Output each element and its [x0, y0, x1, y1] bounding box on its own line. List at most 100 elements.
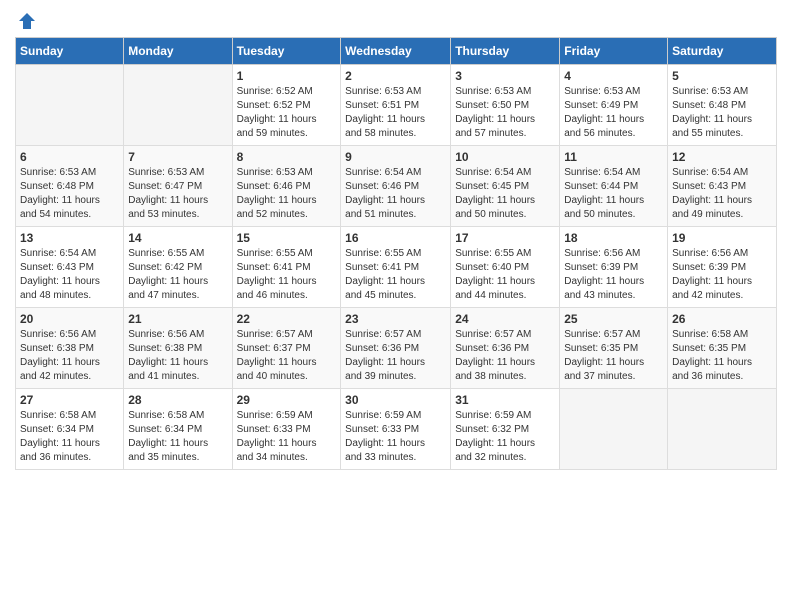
day-number: 10: [455, 150, 555, 164]
day-info: Sunrise: 6:53 AM Sunset: 6:48 PM Dayligh…: [672, 85, 772, 141]
day-info: Sunrise: 6:59 AM Sunset: 6:33 PM Dayligh…: [345, 409, 446, 465]
day-info: Sunrise: 6:58 AM Sunset: 6:35 PM Dayligh…: [672, 328, 772, 384]
header-saturday: Saturday: [668, 38, 777, 65]
calendar-cell: 29 Sunrise: 6:59 AM Sunset: 6:33 PM Dayli…: [232, 389, 341, 470]
calendar-week-2: 6 Sunrise: 6:53 AM Sunset: 6:48 PM Daylig…: [16, 146, 777, 227]
day-number: 31: [455, 393, 555, 407]
calendar-cell: 16 Sunrise: 6:55 AM Sunset: 6:41 PM Dayli…: [341, 227, 451, 308]
header-thursday: Thursday: [451, 38, 560, 65]
header-sunday: Sunday: [16, 38, 124, 65]
calendar-cell: 26 Sunrise: 6:58 AM Sunset: 6:35 PM Dayli…: [668, 308, 777, 389]
calendar-cell: 8 Sunrise: 6:53 AM Sunset: 6:46 PM Daylig…: [232, 146, 341, 227]
day-number: 16: [345, 231, 446, 245]
calendar-cell: 21 Sunrise: 6:56 AM Sunset: 6:38 PM Dayli…: [124, 308, 232, 389]
calendar-cell: 11 Sunrise: 6:54 AM Sunset: 6:44 PM Dayli…: [560, 146, 668, 227]
calendar-cell: 13 Sunrise: 6:54 AM Sunset: 6:43 PM Dayli…: [16, 227, 124, 308]
day-number: 15: [237, 231, 337, 245]
day-info: Sunrise: 6:53 AM Sunset: 6:50 PM Dayligh…: [455, 85, 555, 141]
header-friday: Friday: [560, 38, 668, 65]
day-number: 4: [564, 69, 663, 83]
calendar-cell: 2 Sunrise: 6:53 AM Sunset: 6:51 PM Daylig…: [341, 65, 451, 146]
day-info: Sunrise: 6:54 AM Sunset: 6:43 PM Dayligh…: [672, 166, 772, 222]
day-info: Sunrise: 6:53 AM Sunset: 6:49 PM Dayligh…: [564, 85, 663, 141]
day-info: Sunrise: 6:55 AM Sunset: 6:41 PM Dayligh…: [237, 247, 337, 303]
calendar-cell: 9 Sunrise: 6:54 AM Sunset: 6:46 PM Daylig…: [341, 146, 451, 227]
calendar-cell: 18 Sunrise: 6:56 AM Sunset: 6:39 PM Dayli…: [560, 227, 668, 308]
day-number: 13: [20, 231, 119, 245]
calendar-cell: 25 Sunrise: 6:57 AM Sunset: 6:35 PM Dayli…: [560, 308, 668, 389]
calendar-cell: 17 Sunrise: 6:55 AM Sunset: 6:40 PM Dayli…: [451, 227, 560, 308]
day-info: Sunrise: 6:52 AM Sunset: 6:52 PM Dayligh…: [237, 85, 337, 141]
day-info: Sunrise: 6:54 AM Sunset: 6:45 PM Dayligh…: [455, 166, 555, 222]
calendar-cell: 22 Sunrise: 6:57 AM Sunset: 6:37 PM Dayli…: [232, 308, 341, 389]
day-number: 23: [345, 312, 446, 326]
day-info: Sunrise: 6:54 AM Sunset: 6:43 PM Dayligh…: [20, 247, 119, 303]
day-info: Sunrise: 6:56 AM Sunset: 6:38 PM Dayligh…: [20, 328, 119, 384]
day-info: Sunrise: 6:53 AM Sunset: 6:48 PM Dayligh…: [20, 166, 119, 222]
day-info: Sunrise: 6:54 AM Sunset: 6:44 PM Dayligh…: [564, 166, 663, 222]
calendar-cell: [668, 389, 777, 470]
calendar-week-1: 1 Sunrise: 6:52 AM Sunset: 6:52 PM Daylig…: [16, 65, 777, 146]
day-number: 14: [128, 231, 227, 245]
logo: [15, 15, 37, 27]
calendar-table: SundayMondayTuesdayWednesdayThursdayFrid…: [15, 37, 777, 470]
day-number: 7: [128, 150, 227, 164]
day-info: Sunrise: 6:59 AM Sunset: 6:32 PM Dayligh…: [455, 409, 555, 465]
calendar-cell: 10 Sunrise: 6:54 AM Sunset: 6:45 PM Dayli…: [451, 146, 560, 227]
calendar-cell: 14 Sunrise: 6:55 AM Sunset: 6:42 PM Dayli…: [124, 227, 232, 308]
day-number: 28: [128, 393, 227, 407]
logo-icon: [17, 11, 37, 31]
day-number: 26: [672, 312, 772, 326]
day-number: 9: [345, 150, 446, 164]
calendar-cell: 19Sunrise: 6:56 AM Sunset: 6:39 PM Dayli…: [668, 227, 777, 308]
day-info: Sunrise: 6:56 AM Sunset: 6:38 PM Dayligh…: [128, 328, 227, 384]
day-number: 11: [564, 150, 663, 164]
calendar-cell: 12 Sunrise: 6:54 AM Sunset: 6:43 PM Dayli…: [668, 146, 777, 227]
day-info: Sunrise: 6:57 AM Sunset: 6:36 PM Dayligh…: [455, 328, 555, 384]
calendar-cell: 5 Sunrise: 6:53 AM Sunset: 6:48 PM Daylig…: [668, 65, 777, 146]
day-number: 20: [20, 312, 119, 326]
calendar-week-4: 20 Sunrise: 6:56 AM Sunset: 6:38 PM Dayli…: [16, 308, 777, 389]
calendar-cell: 27Sunrise: 6:58 AM Sunset: 6:34 PM Dayli…: [16, 389, 124, 470]
calendar-cell: 28Sunrise: 6:58 AM Sunset: 6:34 PM Dayli…: [124, 389, 232, 470]
day-info: Sunrise: 6:56 AM Sunset: 6:39 PM Dayligh…: [564, 247, 663, 303]
header-tuesday: Tuesday: [232, 38, 341, 65]
day-info: Sunrise: 6:55 AM Sunset: 6:41 PM Dayligh…: [345, 247, 446, 303]
day-info: Sunrise: 6:53 AM Sunset: 6:51 PM Dayligh…: [345, 85, 446, 141]
calendar-cell: 30Sunrise: 6:59 AM Sunset: 6:33 PM Dayli…: [341, 389, 451, 470]
day-info: Sunrise: 6:59 AM Sunset: 6:33 PM Dayligh…: [237, 409, 337, 465]
day-number: 21: [128, 312, 227, 326]
day-number: 6: [20, 150, 119, 164]
day-number: 18: [564, 231, 663, 245]
calendar-cell: 7 Sunrise: 6:53 AM Sunset: 6:47 PM Daylig…: [124, 146, 232, 227]
day-number: 29: [237, 393, 337, 407]
day-info: Sunrise: 6:55 AM Sunset: 6:42 PM Dayligh…: [128, 247, 227, 303]
day-info: Sunrise: 6:57 AM Sunset: 6:37 PM Dayligh…: [237, 328, 337, 384]
day-number: 8: [237, 150, 337, 164]
calendar-cell: 20 Sunrise: 6:56 AM Sunset: 6:38 PM Dayli…: [16, 308, 124, 389]
day-info: Sunrise: 6:57 AM Sunset: 6:35 PM Dayligh…: [564, 328, 663, 384]
day-number: 3: [455, 69, 555, 83]
calendar-cell: 6 Sunrise: 6:53 AM Sunset: 6:48 PM Daylig…: [16, 146, 124, 227]
calendar-cell: 23 Sunrise: 6:57 AM Sunset: 6:36 PM Dayli…: [341, 308, 451, 389]
day-info: Sunrise: 6:53 AM Sunset: 6:46 PM Dayligh…: [237, 166, 337, 222]
calendar-week-5: 27Sunrise: 6:58 AM Sunset: 6:34 PM Dayli…: [16, 389, 777, 470]
day-number: 22: [237, 312, 337, 326]
day-number: 27: [20, 393, 119, 407]
calendar-cell: [560, 389, 668, 470]
day-info: Sunrise: 6:57 AM Sunset: 6:36 PM Dayligh…: [345, 328, 446, 384]
day-number: 17: [455, 231, 555, 245]
day-number: 2: [345, 69, 446, 83]
day-number: 5: [672, 69, 772, 83]
calendar-cell: 4 Sunrise: 6:53 AM Sunset: 6:49 PM Daylig…: [560, 65, 668, 146]
calendar-cell: [16, 65, 124, 146]
day-number: 1: [237, 69, 337, 83]
day-number: 25: [564, 312, 663, 326]
calendar-cell: 31 Sunrise: 6:59 AM Sunset: 6:32 PM Dayli…: [451, 389, 560, 470]
day-info: Sunrise: 6:55 AM Sunset: 6:40 PM Dayligh…: [455, 247, 555, 303]
day-info: Sunrise: 6:54 AM Sunset: 6:46 PM Dayligh…: [345, 166, 446, 222]
header-wednesday: Wednesday: [341, 38, 451, 65]
day-number: 12: [672, 150, 772, 164]
calendar-cell: 3 Sunrise: 6:53 AM Sunset: 6:50 PM Daylig…: [451, 65, 560, 146]
day-info: Sunrise: 6:53 AM Sunset: 6:47 PM Dayligh…: [128, 166, 227, 222]
